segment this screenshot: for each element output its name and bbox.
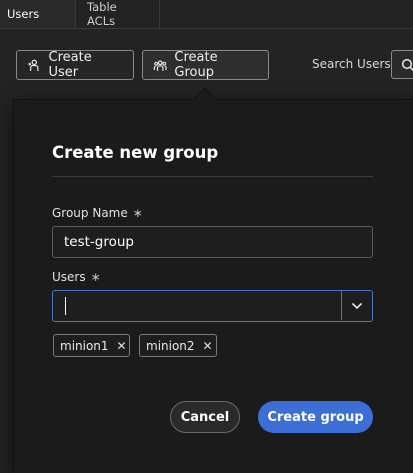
group-icon (153, 59, 167, 71)
group-name-value: test-group (64, 234, 135, 250)
chevron-down-icon (351, 302, 363, 309)
create-group-submit-button[interactable]: Create group (258, 401, 373, 433)
users-admin-page: Users Table ACLs Create User Create Grou… (0, 0, 413, 473)
search-icon (401, 58, 413, 71)
group-name-field[interactable]: test-group (52, 226, 373, 258)
tab-bar: Users Table ACLs (0, 0, 413, 29)
dialog-title: Create new group (52, 143, 219, 162)
user-plus-icon (28, 59, 39, 71)
search-users-label: Search Users (312, 57, 391, 71)
group-name-label-text: Group Name (52, 206, 128, 220)
create-user-button[interactable]: Create User (16, 50, 134, 80)
users-dropdown-toggle[interactable] (342, 291, 372, 320)
user-chip-minion2: minion2 ✕ (139, 334, 217, 357)
close-icon[interactable]: ✕ (117, 339, 127, 353)
create-group-label: Create Group (174, 50, 218, 80)
create-user-label: Create User (48, 50, 92, 80)
users-select-input[interactable] (52, 290, 373, 322)
user-chip-minion1: minion1 ✕ (53, 334, 130, 357)
tab-users[interactable]: Users (0, 0, 76, 28)
create-group-button[interactable]: Create Group (142, 50, 269, 80)
users-label-text: Users (52, 270, 86, 284)
users-label: Users ∗ (52, 270, 101, 284)
search-input[interactable] (391, 50, 413, 79)
required-asterisk: ∗ (90, 270, 101, 284)
user-chip-label: minion1 (60, 338, 109, 353)
close-icon[interactable]: ✕ (203, 339, 213, 353)
tab-table-acls[interactable]: Table ACLs (76, 0, 160, 28)
text-caret (65, 297, 66, 315)
required-asterisk: ∗ (132, 206, 143, 220)
title-divider (52, 176, 373, 177)
group-name-label: Group Name ∗ (52, 206, 143, 220)
user-chip-label: minion2 (146, 338, 195, 353)
cancel-button[interactable]: Cancel (170, 401, 240, 433)
